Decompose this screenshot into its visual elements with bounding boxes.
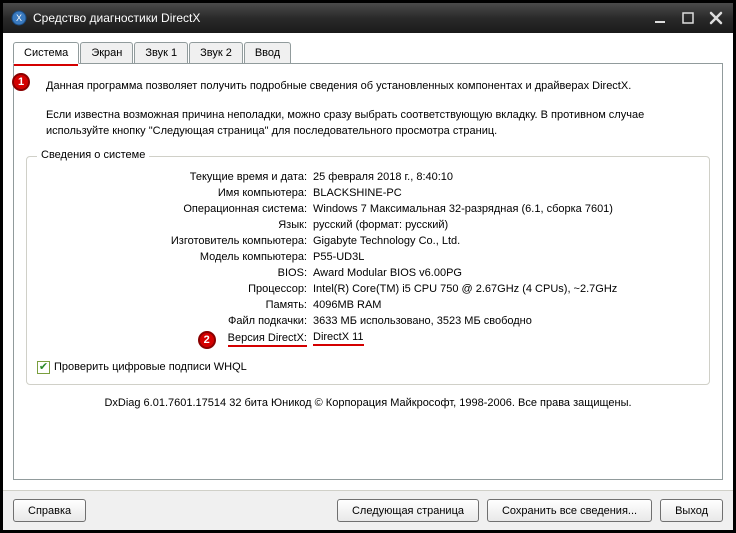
value-dxver: DirectX 11 — [313, 331, 699, 349]
intro-text: Данная программа позволяет получить подр… — [46, 74, 710, 152]
value-pagefile: 3633 МБ использовано, 3523 МБ свободно — [313, 315, 699, 327]
tab-label: Ввод — [255, 47, 280, 59]
value-lang: русский (формат: русский) — [313, 219, 699, 231]
button-bar: Справка Следующая страница Сохранить все… — [3, 490, 733, 530]
value-os: Windows 7 Максимальная 32-разрядная (6.1… — [313, 203, 699, 215]
app-window: X Средство диагностики DirectX Система Э… — [2, 2, 734, 531]
tab-strip: Система Экран Звук 1 Звук 2 Ввод — [13, 42, 723, 64]
minimize-button[interactable] — [651, 9, 669, 27]
window-title: Средство диагностики DirectX — [33, 11, 651, 25]
system-info-group: Сведения о системе Текущие время и дата:… — [26, 156, 710, 385]
label-pcname: Имя компьютера: — [37, 187, 307, 199]
exit-button[interactable]: Выход — [660, 499, 723, 522]
tab-sound2[interactable]: Звук 2 — [189, 42, 243, 64]
tab-system[interactable]: Система — [13, 42, 79, 64]
whql-row: ✔ Проверить цифровые подписи WHQL — [37, 361, 699, 374]
value-cpu: Intel(R) Core(TM) i5 CPU 750 @ 2.67GHz (… — [313, 283, 699, 295]
label-lang: Язык: — [37, 219, 307, 231]
button-label: Следующая страница — [352, 505, 464, 517]
value-mfg: Gigabyte Technology Co., Ltd. — [313, 235, 699, 247]
label-pagefile: Файл подкачки: — [37, 315, 307, 327]
save-all-button[interactable]: Сохранить все сведения... — [487, 499, 652, 522]
label-dxver: Версия DirectX: — [228, 332, 307, 347]
intro-paragraph-1: Данная программа позволяет получить подр… — [46, 78, 710, 95]
tab-label: Система — [24, 47, 68, 59]
tab-sound1[interactable]: Звук 1 — [134, 42, 188, 64]
label-cpu: Процессор: — [37, 283, 307, 295]
label-memory: Память: — [37, 299, 307, 311]
value-model: P55-UD3L — [313, 251, 699, 263]
tab-display[interactable]: Экран — [80, 42, 133, 64]
system-info-legend: Сведения о системе — [37, 149, 149, 161]
svg-text:X: X — [16, 13, 22, 23]
dxver-label-wrap: 2 Версия DirectX: — [37, 331, 307, 349]
content-area: Система Экран Звук 1 Звук 2 Ввод 1 Данна… — [3, 33, 733, 490]
close-button[interactable] — [707, 9, 725, 27]
next-page-button[interactable]: Следующая страница — [337, 499, 479, 522]
tab-label: Звук 2 — [200, 47, 232, 59]
spacer — [94, 499, 329, 522]
label-bios: BIOS: — [37, 267, 307, 279]
value-pcname: BLACKSHINE-PC — [313, 187, 699, 199]
intro-paragraph-2: Если известна возможная причина неполадк… — [46, 107, 710, 140]
button-label: Сохранить все сведения... — [502, 505, 637, 517]
button-label: Справка — [28, 505, 71, 517]
label-datetime: Текущие время и дата: — [37, 171, 307, 183]
label-os: Операционная система: — [37, 203, 307, 215]
tab-label: Экран — [91, 47, 122, 59]
value-bios: Award Modular BIOS v6.00PG — [313, 267, 699, 279]
titlebar-buttons — [651, 9, 725, 27]
value-memory: 4096MB RAM — [313, 299, 699, 311]
value-datetime: 25 февраля 2018 г., 8:40:10 — [313, 171, 699, 183]
tab-label: Звук 1 — [145, 47, 177, 59]
whql-label: Проверить цифровые подписи WHQL — [54, 361, 247, 373]
whql-checkbox[interactable]: ✔ — [37, 361, 50, 374]
help-button[interactable]: Справка — [13, 499, 86, 522]
annotation-badge-2: 2 — [198, 331, 216, 349]
titlebar: X Средство диагностики DirectX — [3, 3, 733, 33]
app-icon: X — [11, 10, 27, 26]
button-label: Выход — [675, 505, 708, 517]
annotation-badge-1: 1 — [12, 73, 30, 91]
label-model: Модель компьютера: — [37, 251, 307, 263]
system-info-grid: Текущие время и дата: 25 февраля 2018 г.… — [37, 171, 699, 349]
maximize-button[interactable] — [679, 9, 697, 27]
value-dxver-text: DirectX 11 — [313, 331, 364, 346]
tab-input[interactable]: Ввод — [244, 42, 291, 64]
tab-panel-system: 1 Данная программа позволяет получить по… — [13, 63, 723, 480]
label-mfg: Изготовитель компьютера: — [37, 235, 307, 247]
status-line: DxDiag 6.01.7601.17514 32 бита Юникод © … — [26, 397, 710, 409]
